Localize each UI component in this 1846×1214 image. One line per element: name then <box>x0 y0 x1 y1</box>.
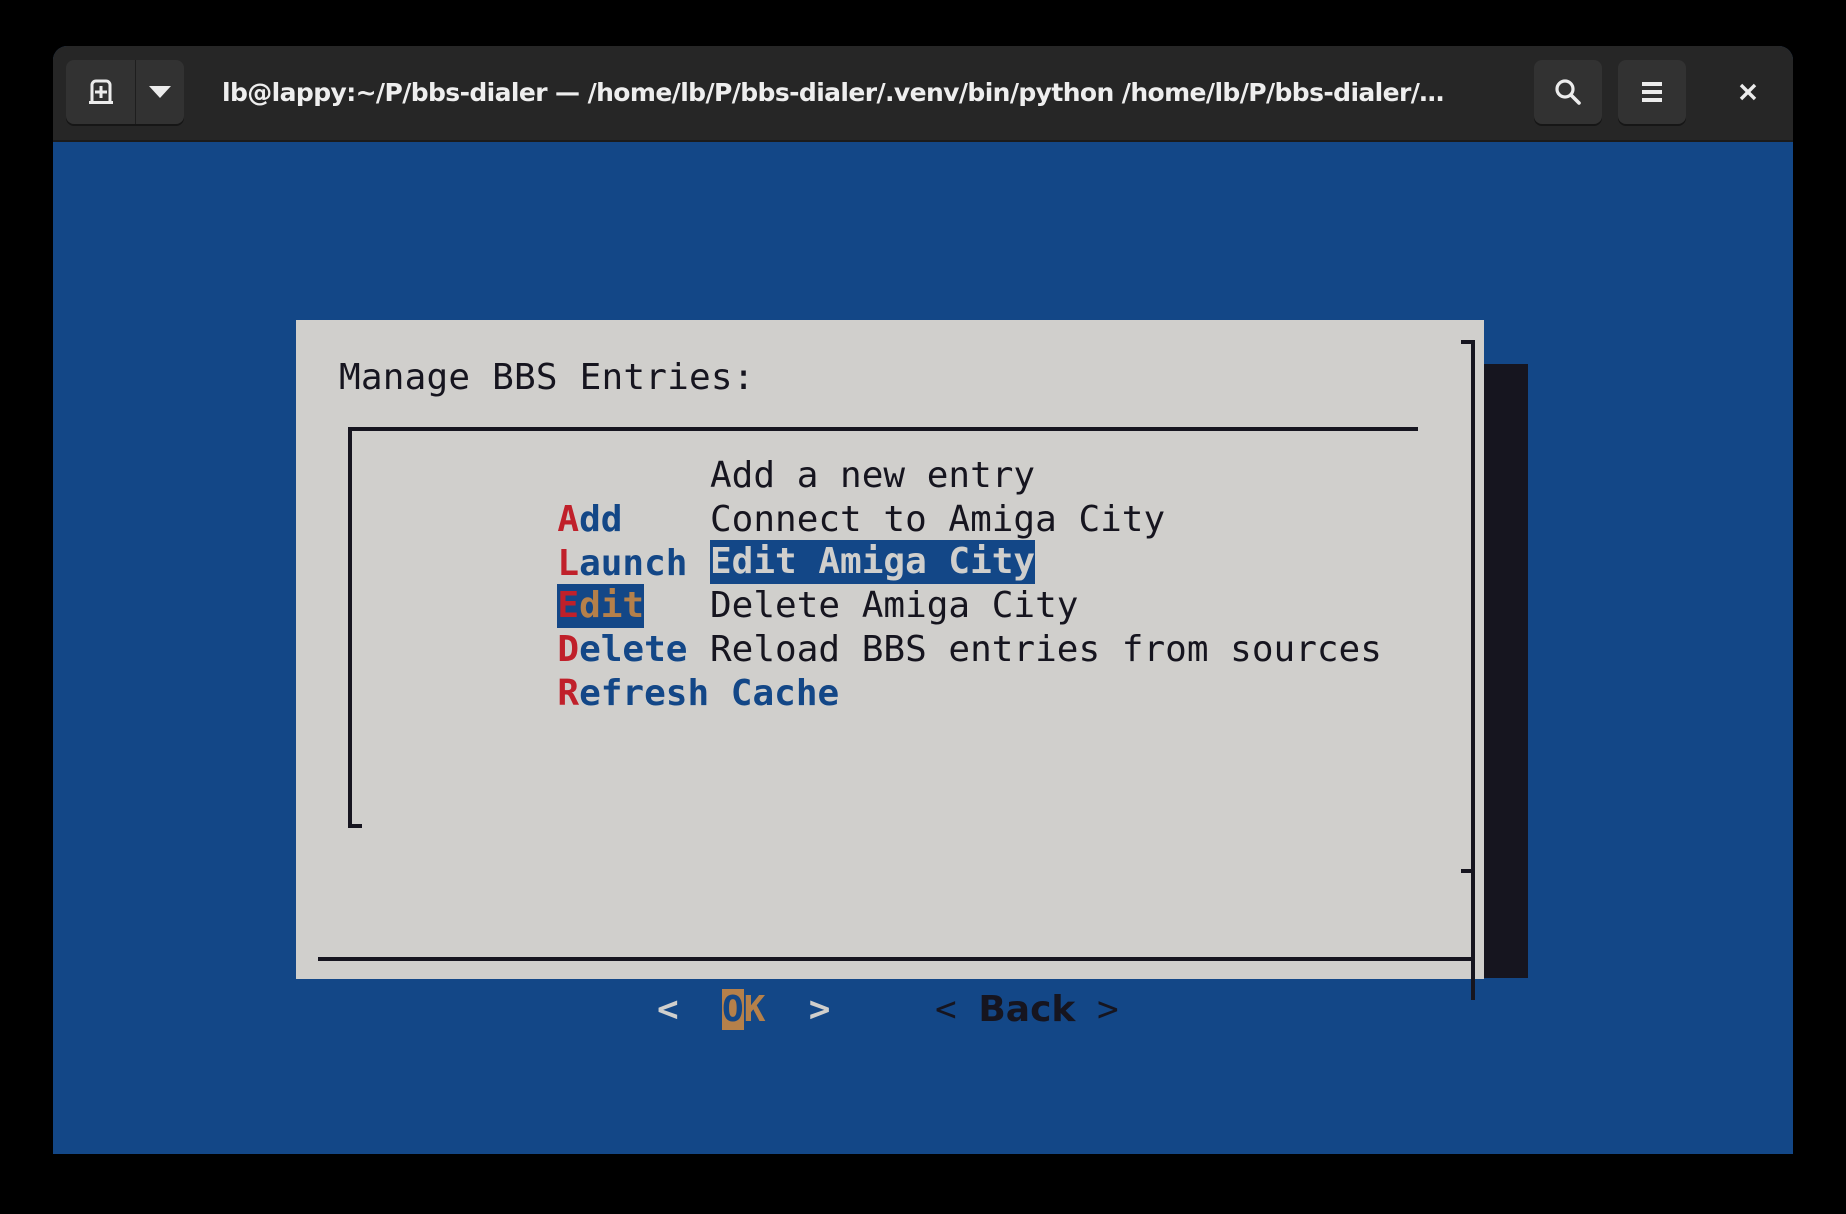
button-bracket: < <box>935 989 979 1030</box>
menu-box-left <box>348 427 352 827</box>
chevron-down-icon <box>149 86 171 98</box>
menu-item-edit[interactable]: Edit Edit Amiga City <box>384 540 1036 628</box>
new-tab-menu-button[interactable] <box>136 60 184 124</box>
dialog-border-top-tick <box>1461 340 1473 344</box>
main-menu-button[interactable] <box>1618 60 1686 124</box>
back-button[interactable]: < Back > <box>935 988 1119 1032</box>
button-label: Back <box>978 989 1076 1030</box>
hamburger-menu-icon <box>1642 82 1662 102</box>
hotkey: O <box>722 989 744 1030</box>
menu-box-top <box>348 427 1418 431</box>
search-button[interactable] <box>1534 60 1602 124</box>
dialog-border-mid-tick <box>1461 869 1473 873</box>
dialog-shadow <box>1484 364 1528 974</box>
menu-item-refresh-cache[interactable]: Refresh Cache Reload BBS entries from so… <box>384 628 1382 714</box>
dialog-title: Manage BBS Entries: <box>339 357 755 398</box>
terminal-area[interactable]: Manage BBS Entries: Add Add a new entry … <box>53 142 1793 1154</box>
close-icon <box>1739 83 1757 101</box>
manage-entries-dialog: Manage BBS Entries: Add Add a new entry … <box>296 320 1484 1032</box>
menu-item-delete[interactable]: Delete Delete Amiga City <box>384 584 1078 670</box>
dialog-border-right <box>1471 340 1475 1000</box>
menu-item-label: efresh Cache <box>579 673 840 714</box>
ok-button[interactable]: < OK > <box>657 988 833 1032</box>
button-bracket: > <box>1075 989 1119 1030</box>
button-bracket: > <box>765 989 831 1030</box>
new-tab-icon <box>88 79 113 104</box>
menu-item-description: Delete Amiga City <box>710 585 1079 626</box>
menu-item-add[interactable]: Add Add a new entry <box>384 454 1035 540</box>
dialog-border-bottom <box>318 957 1475 961</box>
menu-item-description: Reload BBS entries from sources <box>710 629 1382 670</box>
hotkey: R <box>557 673 580 714</box>
menu-item-description: Add a new entry <box>710 455 1036 496</box>
button-bracket: < <box>657 989 723 1030</box>
new-tab-button[interactable] <box>66 60 136 124</box>
close-button[interactable] <box>1718 60 1778 124</box>
menu-box-bottom-tick <box>348 824 362 828</box>
terminal-window: lb@lappy:~/P/bbs-dialer — /home/lb/P/bbs… <box>53 46 1793 1154</box>
search-icon <box>1555 79 1581 105</box>
header-bar: lb@lappy:~/P/bbs-dialer — /home/lb/P/bbs… <box>53 46 1793 142</box>
menu-item-launch[interactable]: Launch Connect to Amiga City <box>384 498 1165 584</box>
menu-item-description: Connect to Amiga City <box>710 499 1166 540</box>
window-title: lb@lappy:~/P/bbs-dialer — /home/lb/P/bbs… <box>222 78 1444 107</box>
button-label: K <box>743 989 766 1030</box>
menu-item-description: Edit Amiga City <box>710 540 1036 584</box>
